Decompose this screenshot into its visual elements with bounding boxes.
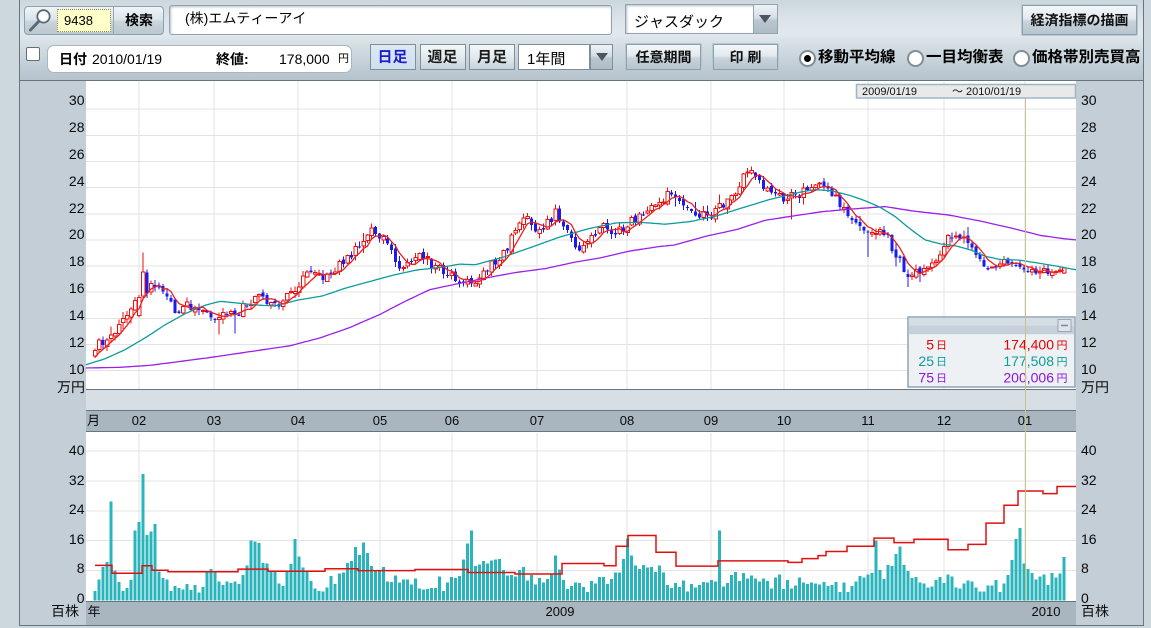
- svg-text:177,508: 177,508: [1003, 353, 1054, 369]
- svg-text:75: 75: [918, 369, 934, 385]
- svg-text:2009/01/19: 2009/01/19: [862, 86, 917, 98]
- svg-text:174,400: 174,400: [1003, 337, 1054, 353]
- svg-text:200,006: 200,006: [1003, 369, 1054, 385]
- svg-text:円: 円: [1057, 357, 1068, 369]
- svg-text:日: 日: [936, 373, 947, 385]
- svg-text:円: 円: [1057, 373, 1068, 385]
- svg-text:日: 日: [936, 340, 947, 352]
- svg-text:日: 日: [936, 357, 947, 369]
- svg-text:5: 5: [926, 337, 934, 353]
- svg-text:25: 25: [918, 353, 934, 369]
- svg-text:円: 円: [1057, 340, 1068, 352]
- svg-text:～ 2010/01/19: ～ 2010/01/19: [952, 86, 1021, 98]
